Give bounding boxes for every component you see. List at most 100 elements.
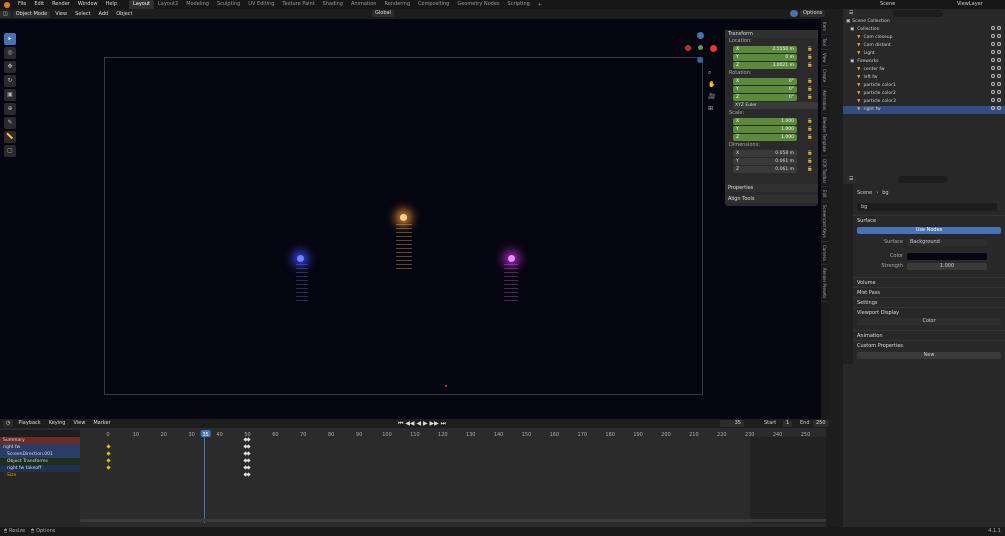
- visibility-icons[interactable]: [989, 90, 1001, 98]
- keyframe[interactable]: [245, 437, 251, 442]
- sidebar-tab-screencast-keys[interactable]: Screencast Keys: [821, 202, 828, 242]
- timeline-editor-icon[interactable]: ◷: [3, 420, 14, 427]
- keyframe[interactable]: [245, 472, 251, 477]
- gizmo-y-icon[interactable]: [698, 45, 703, 50]
- loc-y-field[interactable]: Y0 m 🔓: [733, 54, 813, 61]
- volume-section[interactable]: Volume: [853, 277, 1005, 287]
- strength-field[interactable]: 1.000: [907, 262, 987, 270]
- gizmo-z-icon[interactable]: [697, 32, 704, 39]
- tab-rendering[interactable]: Rendering: [380, 0, 414, 9]
- channel-right-fw-takeoff[interactable]: right fw takeoff: [0, 465, 80, 472]
- camera-icon[interactable]: [997, 90, 1001, 94]
- lock-icon[interactable]: 🔓: [807, 94, 813, 101]
- mode-dropdown[interactable]: Object Mode: [12, 10, 51, 18]
- sidebar-tab-view[interactable]: View: [821, 50, 828, 67]
- timeline-scrollbar[interactable]: [80, 519, 826, 522]
- settings-section[interactable]: Settings: [853, 297, 1005, 307]
- eye-icon[interactable]: [991, 66, 995, 70]
- channel-search-input[interactable]: [0, 430, 80, 437]
- visibility-icons[interactable]: [989, 74, 1001, 82]
- visibility-icons[interactable]: [989, 58, 1001, 66]
- viewport-display-section[interactable]: Viewport Display: [853, 307, 1005, 317]
- outliner-item[interactable]: ▼ center fw: [843, 66, 1005, 74]
- lock-icon[interactable]: 🔓: [807, 166, 813, 173]
- frame-ruler[interactable]: 0 10 20 30 35 40 50 60 70 80 90 100 110 120 130 140 150 1…: [80, 430, 826, 437]
- menu-edit[interactable]: Edit: [30, 0, 48, 9]
- viewport-color-field[interactable]: Color: [857, 318, 1001, 325]
- lock-icon[interactable]: 🔓: [807, 134, 813, 141]
- eye-icon[interactable]: [991, 58, 995, 62]
- outliner-item[interactable]: ▣ Collection: [843, 26, 1005, 34]
- keyframe-area[interactable]: [80, 437, 826, 523]
- keyframe[interactable]: [245, 458, 251, 463]
- visibility-icons[interactable]: [989, 42, 1001, 50]
- scene-selector[interactable]: Scene: [880, 0, 895, 9]
- sidebar-tab-animation[interactable]: Animation: [821, 87, 828, 115]
- visibility-icons[interactable]: [989, 66, 1001, 74]
- lock-icon[interactable]: 🔓: [807, 158, 813, 165]
- outliner-item[interactable]: ▼ Cam distant: [843, 42, 1005, 50]
- outliner-item[interactable]: ▼ particle color1: [843, 82, 1005, 90]
- tab-scripting[interactable]: Scripting: [504, 0, 534, 9]
- transform-icon[interactable]: ⊕: [4, 103, 16, 115]
- tab-shading[interactable]: Shading: [319, 0, 347, 9]
- menu-help[interactable]: Help: [102, 0, 121, 9]
- new-property-button[interactable]: New: [857, 352, 1001, 359]
- current-frame-field[interactable]: 35: [720, 420, 744, 427]
- view-menu-timeline[interactable]: View: [70, 420, 88, 427]
- sidebar-tab-edit[interactable]: Edit: [821, 187, 828, 203]
- loc-x-field[interactable]: X 2.5556 m 🔓: [733, 46, 813, 53]
- tab-sculpting[interactable]: Sculpting: [213, 0, 244, 9]
- rot-y-field[interactable]: Y 0° 🔓: [733, 86, 813, 93]
- select-box-icon[interactable]: ▸: [4, 33, 16, 45]
- rotate-icon[interactable]: ↻: [4, 75, 16, 87]
- scl-z-field[interactable]: Z 1.000 🔓: [733, 134, 813, 141]
- sidebar-tab-render-presets[interactable]: Render Presets: [821, 265, 828, 302]
- outliner-editor-icon[interactable]: ☰: [846, 10, 857, 17]
- visibility-icons[interactable]: [989, 82, 1001, 90]
- blender-logo-icon[interactable]: [4, 1, 10, 8]
- options-dropdown[interactable]: Options: [800, 10, 826, 17]
- keyframe[interactable]: [245, 444, 251, 449]
- properties-panel-title[interactable]: Properties: [725, 184, 818, 192]
- view-menu[interactable]: View: [52, 11, 70, 18]
- cursor-icon[interactable]: ◎: [4, 47, 16, 59]
- camera-icon[interactable]: [997, 42, 1001, 46]
- gizmo-negx-icon[interactable]: [685, 45, 691, 51]
- move-icon[interactable]: ✥: [4, 61, 16, 73]
- eye-icon[interactable]: [991, 42, 995, 46]
- object-menu[interactable]: Object: [113, 11, 135, 18]
- keying-menu[interactable]: Keying: [46, 420, 69, 427]
- select-menu[interactable]: Select: [72, 11, 93, 18]
- scene-collection-row[interactable]: ▣ Scene Collection: [843, 18, 1005, 26]
- tab-compositing[interactable]: Compositing: [414, 0, 453, 9]
- measure-icon[interactable]: 📏: [4, 131, 16, 143]
- end-frame-field[interactable]: 250: [813, 420, 829, 427]
- loc-z-field[interactable]: Z 3.0021 m 🔓: [733, 62, 813, 69]
- props-search-input[interactable]: [898, 176, 948, 183]
- lock-icon[interactable]: 🔓: [807, 78, 813, 85]
- rot-x-field[interactable]: X 0° 🔓: [733, 78, 813, 85]
- outliner-item[interactable]: ▼ particle color3: [843, 98, 1005, 106]
- camera-icon[interactable]: [997, 34, 1001, 38]
- camera-icon[interactable]: [997, 98, 1001, 102]
- lock-icon[interactable]: 🔓: [807, 54, 813, 61]
- visibility-icons[interactable]: [989, 106, 1001, 114]
- channel-right-fw[interactable]: right fw: [0, 444, 80, 451]
- custom-properties-section[interactable]: Custom Properties: [853, 340, 1005, 350]
- lock-icon[interactable]: 🔓: [807, 62, 813, 69]
- playback-menu[interactable]: Playback: [15, 420, 43, 427]
- visibility-icons[interactable]: [989, 26, 1001, 34]
- gizmo-negz-icon[interactable]: [697, 57, 703, 63]
- playhead[interactable]: [204, 437, 205, 523]
- keyframe[interactable]: [105, 465, 111, 470]
- tab-layout2[interactable]: Layout2: [154, 0, 182, 9]
- eye-icon[interactable]: [991, 90, 995, 94]
- 3d-viewport[interactable]: ▸ ◎ ✥ ↻ ▣ ⊕ ✎ 📏 ▢ ⌕ ✋ 🎥 ⊞ Transform Locatio…: [0, 19, 826, 419]
- tab-texture-paint[interactable]: Texture Paint: [278, 0, 318, 9]
- visibility-icons[interactable]: [989, 50, 1001, 58]
- transform-orientation[interactable]: Global: [372, 10, 394, 17]
- eye-icon[interactable]: [991, 82, 995, 86]
- outliner-item[interactable]: ▼ right fw: [843, 106, 1005, 114]
- scl-y-field[interactable]: Y 1.000 🔓: [733, 126, 813, 133]
